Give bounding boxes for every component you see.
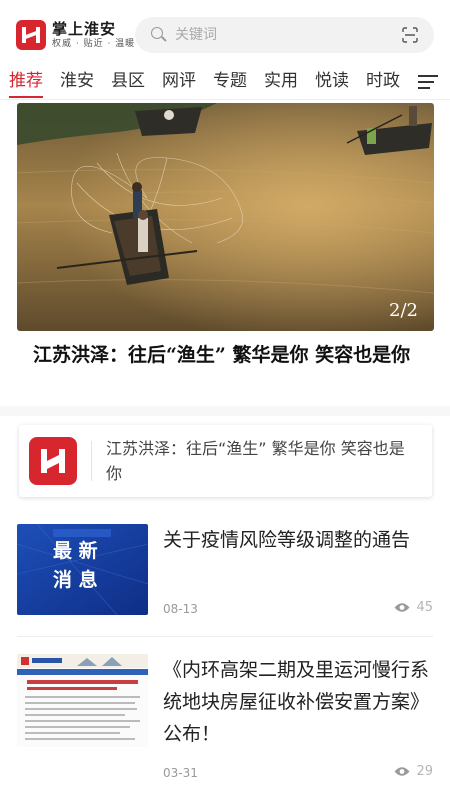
thumb-text-line2: 消 息 — [53, 568, 98, 591]
eye-icon — [394, 603, 410, 612]
logo-title: 掌上淮安 — [52, 19, 117, 38]
tab-recommend[interactable]: 推荐 — [0, 66, 51, 100]
news-date: 03-31 — [163, 766, 198, 780]
hero-title[interactable]: 江苏洪泽：往后“渔生” 繁华是你 笑容也是你 — [33, 342, 423, 369]
eye-icon — [394, 767, 410, 776]
tab-politics[interactable]: 时政 — [357, 66, 408, 100]
account-avatar — [29, 437, 77, 485]
section-divider — [0, 406, 450, 416]
tab-reading[interactable]: 悦读 — [306, 66, 357, 100]
hero-image — [17, 103, 434, 331]
logo-icon — [16, 20, 46, 50]
search-icon — [151, 27, 167, 43]
category-tabs: 推荐 淮安 县区 网评 专题 实用 悦读 时政 — [0, 66, 450, 100]
hero-carousel[interactable]: 2/2 — [17, 103, 434, 331]
tab-county[interactable]: 县区 — [102, 66, 153, 100]
news-thumbnail: 最 新 消 息 — [17, 524, 148, 615]
news-title: 《内环高架二期及里运河慢行系统地块房屋征收补偿安置方案》公布！ — [163, 659, 430, 745]
menu-icon[interactable] — [418, 75, 438, 91]
thumb-text-line1: 最 新 — [53, 539, 98, 562]
tab-practical[interactable]: 实用 — [255, 66, 306, 100]
account-card-text: 江苏洪泽：往后“渔生” 繁华是你 笑容也是你 — [106, 439, 405, 483]
list-divider — [17, 636, 433, 637]
news-views: 29 — [394, 764, 433, 779]
news-item[interactable]: 《内环高架二期及里运河慢行系统地块房屋征收补偿安置方案》公布！ 03-31 29 — [0, 654, 450, 794]
account-card[interactable]: 江苏洪泽：往后“渔生” 繁华是你 笑容也是你 — [19, 425, 432, 497]
logo-icon — [41, 449, 65, 473]
news-thumbnail — [17, 654, 148, 747]
app-header: 掌上淮安 权威 · 贴近 · 温暖 — [0, 0, 450, 66]
tab-huaian[interactable]: 淮安 — [51, 66, 102, 100]
search-input[interactable] — [175, 27, 434, 43]
news-view-count: 29 — [416, 764, 433, 779]
news-item[interactable]: 最 新 消 息 关于疫情风险等级调整的通告 08-13 45 — [0, 524, 450, 634]
news-title: 关于疫情风险等级调整的通告 — [163, 529, 411, 551]
account-separator — [91, 441, 92, 481]
news-date: 08-13 — [163, 602, 198, 616]
logo-slogan: 权威 · 贴近 · 温暖 — [52, 38, 136, 49]
tab-commentary[interactable]: 网评 — [153, 66, 204, 100]
news-views: 45 — [394, 600, 433, 615]
news-view-count: 45 — [416, 600, 433, 615]
search-bar[interactable] — [135, 17, 434, 53]
carousel-counter: 2/2 — [389, 300, 418, 321]
app-logo[interactable]: 掌上淮安 权威 · 贴近 · 温暖 — [16, 20, 135, 50]
tab-topics[interactable]: 专题 — [204, 66, 255, 100]
scan-icon[interactable] — [402, 27, 418, 43]
